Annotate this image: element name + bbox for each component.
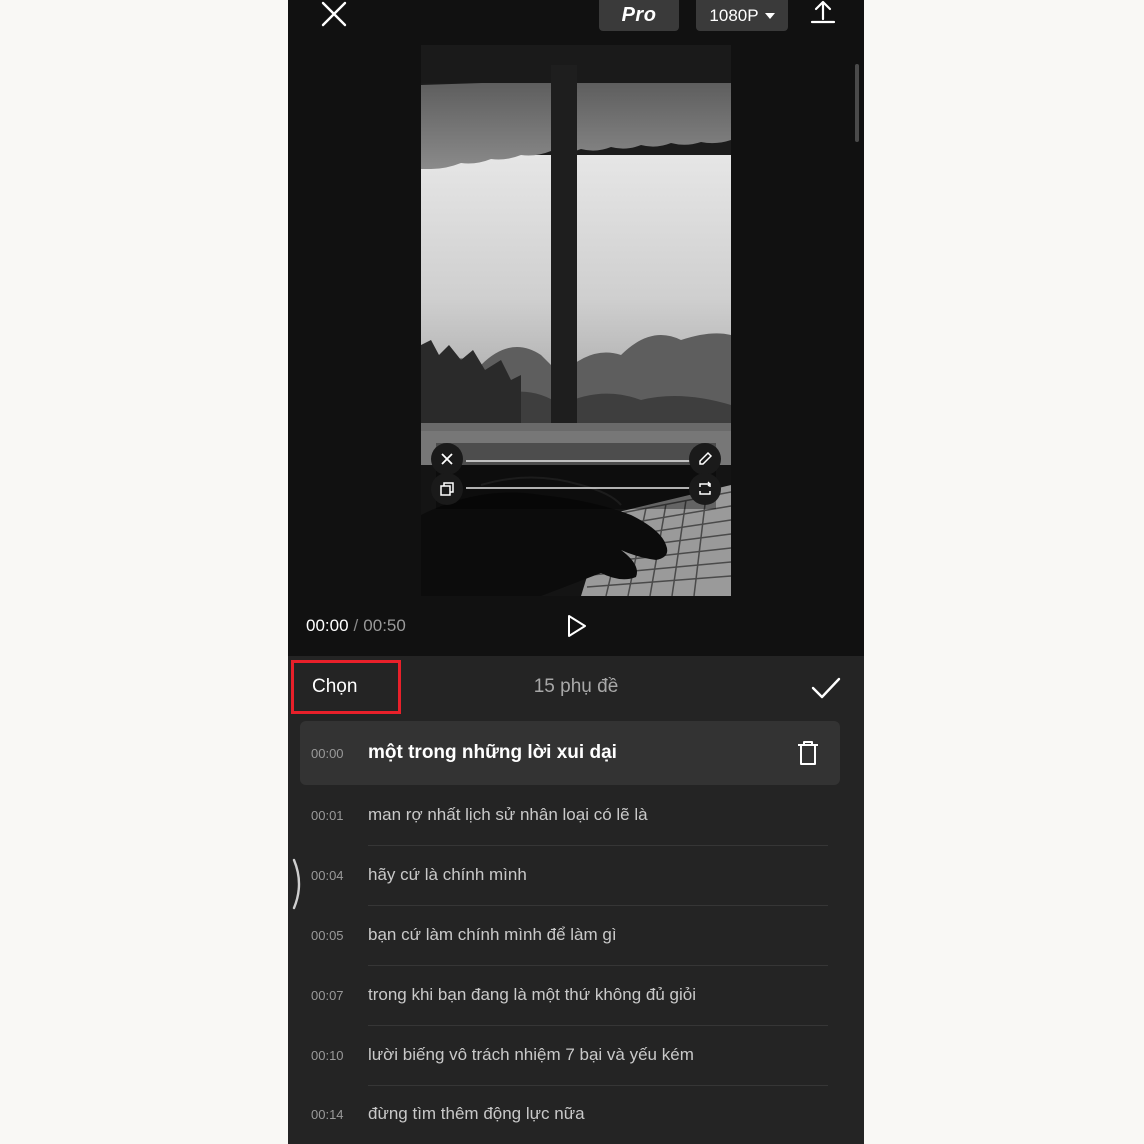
subtitle-text[interactable]: đừng tìm thêm động lực nữa bbox=[368, 1104, 585, 1124]
text-box-edit-button[interactable] bbox=[689, 443, 721, 475]
subtitle-text[interactable]: lười biếng vô trách nhiệm 7 bại và yếu k… bbox=[368, 1045, 694, 1065]
subtitle-row[interactable]: 00:00 một trong những lời xui dại bbox=[300, 721, 840, 785]
confirm-button[interactable] bbox=[810, 674, 842, 702]
subtitle-time: 00:00 bbox=[311, 745, 344, 761]
subtitle-time: 00:04 bbox=[311, 867, 344, 883]
play-button[interactable] bbox=[565, 612, 589, 640]
video-frame-image bbox=[421, 45, 731, 596]
pro-badge[interactable]: Pro bbox=[599, 0, 679, 31]
subtitle-row[interactable]: 00:07 trong khi bạn đang là một thứ khôn… bbox=[300, 965, 840, 1025]
time-separator: / bbox=[353, 616, 359, 635]
caret-down-icon bbox=[764, 12, 775, 19]
preview-scrollbar[interactable] bbox=[855, 64, 859, 142]
current-time: 00:00 bbox=[306, 616, 349, 635]
close-button[interactable] bbox=[318, 0, 350, 28]
subtitle-time: 00:10 bbox=[311, 1047, 344, 1063]
scroll-indicator bbox=[292, 858, 301, 910]
phone-screen: Pro 1080P 00:00 / 00:50 Chọn 15 phụ đề 0… bbox=[288, 0, 864, 1144]
subtitle-time: 00:14 bbox=[311, 1106, 344, 1122]
text-box-delete-button[interactable] bbox=[431, 443, 463, 475]
text-box-rotate-button[interactable] bbox=[689, 473, 721, 505]
select-label: Chọn bbox=[312, 676, 358, 697]
select-button[interactable]: Chọn bbox=[291, 660, 401, 714]
resolution-label: 1080P bbox=[709, 5, 759, 25]
export-icon bbox=[810, 0, 836, 24]
close-icon bbox=[321, 1, 347, 27]
close-icon bbox=[441, 453, 453, 465]
subtitle-text[interactable]: bạn cứ làm chính mình để làm gì bbox=[368, 925, 617, 945]
subtitle-time: 00:01 bbox=[311, 807, 344, 823]
subtitle-text[interactable]: một trong những lời xui dại bbox=[368, 742, 617, 764]
export-button[interactable] bbox=[808, 0, 838, 24]
top-bar: Pro 1080P bbox=[288, 0, 864, 44]
delete-subtitle-button[interactable] bbox=[794, 739, 822, 767]
playback-time: 00:00 / 00:50 bbox=[306, 612, 406, 640]
play-icon bbox=[568, 615, 586, 637]
rotate-icon bbox=[699, 481, 711, 495]
video-preview[interactable] bbox=[421, 45, 731, 596]
text-box-duplicate-button[interactable] bbox=[431, 473, 463, 505]
edit-icon bbox=[699, 451, 713, 465]
subtitle-row[interactable]: 00:04 hãy cứ là chính mình bbox=[300, 845, 840, 905]
subtitle-time: 00:05 bbox=[311, 927, 344, 943]
subtitle-row[interactable]: 00:10 lười biếng vô trách nhiệm 7 bại và… bbox=[300, 1025, 840, 1085]
subtitle-text[interactable]: hãy cứ là chính mình bbox=[368, 865, 527, 885]
subtitle-text[interactable]: man rợ nhất lịch sử nhân loại có lẽ là bbox=[368, 805, 648, 825]
subtitle-row[interactable]: 00:14 đừng tìm thêm động lực nữa bbox=[300, 1084, 840, 1144]
trash-icon bbox=[798, 741, 818, 765]
subtitle-row[interactable]: 00:01 man rợ nhất lịch sử nhân loại có l… bbox=[300, 785, 840, 845]
checkmark-icon bbox=[811, 677, 841, 699]
duplicate-icon bbox=[440, 482, 454, 496]
subtitle-time: 00:07 bbox=[311, 987, 344, 1003]
total-time: 00:50 bbox=[363, 616, 406, 635]
resolution-dropdown[interactable]: 1080P bbox=[696, 0, 788, 31]
subtitle-row[interactable]: 00:05 bạn cứ làm chính mình để làm gì bbox=[300, 905, 840, 965]
subtitle-text[interactable]: trong khi bạn đang là một thứ không đủ g… bbox=[368, 985, 696, 1005]
subtitle-panel-header: Chọn 15 phụ đề bbox=[288, 656, 864, 718]
